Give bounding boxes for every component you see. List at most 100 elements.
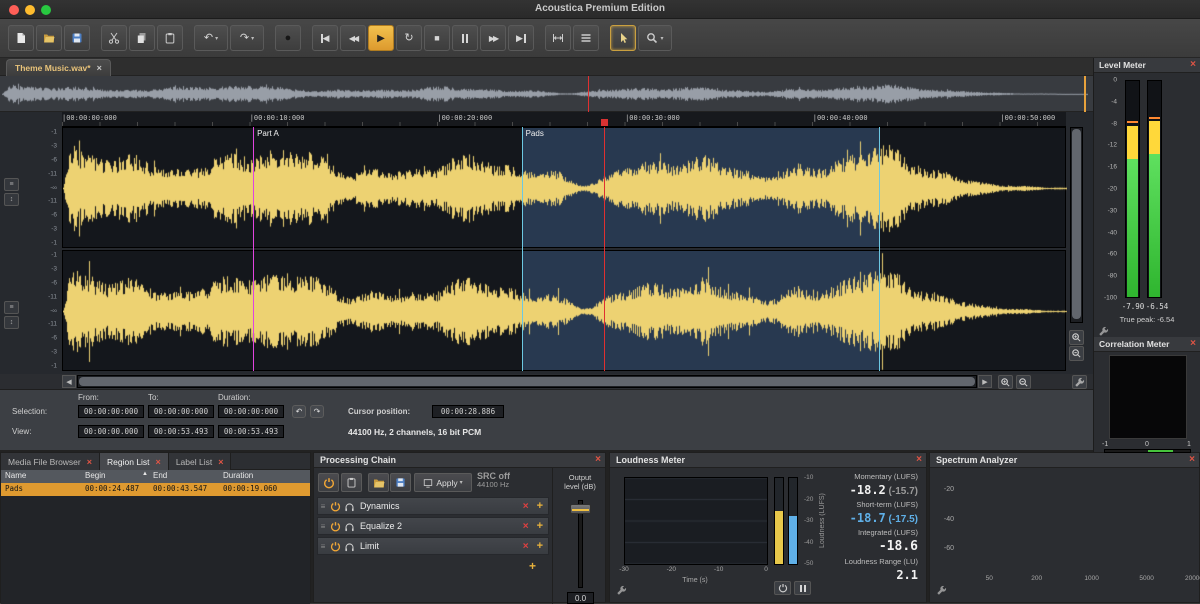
effect-monitor-button[interactable]: [342, 501, 356, 512]
tab-media-file-browser[interactable]: Media File Browser×: [1, 453, 100, 470]
close-panel-icon[interactable]: ×: [916, 454, 922, 465]
wrench-icon[interactable]: [1098, 326, 1109, 337]
view-start-field[interactable]: 00:00:00.000: [78, 425, 144, 438]
document-tab[interactable]: Theme Music.wav* ×: [6, 59, 111, 76]
output-fader-knob[interactable]: [570, 504, 591, 514]
view-duration-field[interactable]: 00:00:53.493: [218, 425, 284, 438]
wrench-icon[interactable]: [936, 585, 947, 596]
add-effect-button[interactable]: +: [529, 559, 536, 573]
copy-button[interactable]: [129, 25, 155, 51]
effect-power-button[interactable]: [328, 521, 342, 532]
drag-handle-icon[interactable]: ≡: [318, 522, 328, 531]
effect-row[interactable]: ≡Equalize 2×+: [317, 517, 549, 535]
insert-effect-button[interactable]: +: [537, 520, 543, 532]
selection-from-field[interactable]: 00:00:00:000: [78, 405, 144, 418]
close-panel-icon[interactable]: ×: [1189, 454, 1195, 465]
horizontal-scrollbar[interactable]: [77, 375, 977, 388]
play-button[interactable]: ▶: [368, 25, 394, 51]
channel1-menu-button[interactable]: ≡: [4, 178, 19, 191]
playhead-handle[interactable]: [601, 119, 608, 126]
selection-to-field[interactable]: 00:00:00:000: [148, 405, 214, 418]
vertical-scrollbar[interactable]: [1070, 127, 1083, 323]
close-tab-icon[interactable]: ×: [87, 457, 92, 467]
apply-button[interactable]: Apply▾: [414, 473, 472, 492]
region-row[interactable]: Pads00:00:24.48700:00:43.54700:00:19.060: [1, 483, 310, 496]
remove-effect-button[interactable]: ×: [523, 521, 529, 532]
drag-handle-icon[interactable]: ≡: [318, 542, 328, 551]
open-file-button[interactable]: [36, 25, 62, 51]
close-panel-icon[interactable]: ×: [1190, 338, 1196, 349]
close-tab-icon[interactable]: ×: [218, 457, 223, 467]
tab-label-list[interactable]: Label List×: [169, 453, 232, 470]
overview-waveform[interactable]: [0, 76, 1093, 112]
scroll-left-button[interactable]: ◀: [62, 375, 76, 388]
waveform-channel-right[interactable]: [62, 250, 1066, 371]
rewind-button[interactable]: ◀◀: [340, 25, 366, 51]
overview-waveform-canvas[interactable]: [2, 78, 1088, 110]
horizontal-scrollbar-thumb[interactable]: [79, 377, 975, 386]
save-file-button[interactable]: [64, 25, 90, 51]
cursor-position-field[interactable]: 00:00:28.886: [432, 405, 504, 418]
channel2-fold-button[interactable]: ↕: [4, 316, 19, 329]
chain-save-button[interactable]: [390, 473, 411, 492]
go-to-start-button[interactable]: ◀: [312, 25, 338, 51]
selection-tool-button[interactable]: [610, 25, 636, 51]
zoom-in-button[interactable]: [998, 375, 1013, 389]
channel1-fold-button[interactable]: ↕: [4, 193, 19, 206]
remove-effect-button[interactable]: ×: [523, 501, 529, 512]
vertical-scrollbar-thumb[interactable]: [1072, 129, 1081, 319]
zoom-out-button[interactable]: [1016, 375, 1031, 389]
cut-button[interactable]: [101, 25, 127, 51]
selection-duration-field[interactable]: 00:00:00:000: [218, 405, 284, 418]
redo-button[interactable]: ↷▾: [230, 25, 264, 51]
stop-button[interactable]: ■: [424, 25, 450, 51]
chain-paste-button[interactable]: [341, 473, 362, 492]
selection-undo-button[interactable]: ↶: [292, 405, 306, 418]
go-to-end-button[interactable]: ▶: [508, 25, 534, 51]
channel2-menu-button[interactable]: ≡: [4, 301, 19, 314]
new-file-button[interactable]: [8, 25, 34, 51]
lanes-tool-button[interactable]: [573, 25, 599, 51]
effect-monitor-button[interactable]: [342, 521, 356, 532]
column-end[interactable]: End: [153, 471, 167, 480]
effect-power-button[interactable]: [328, 501, 342, 512]
wrench-icon[interactable]: [616, 585, 627, 596]
close-panel-icon[interactable]: ×: [1190, 59, 1196, 70]
loudness-pause-button[interactable]: [794, 581, 811, 595]
close-tab-icon[interactable]: ×: [97, 63, 102, 73]
effect-row[interactable]: ≡Limit×+: [317, 537, 549, 555]
column-duration[interactable]: Duration: [223, 471, 253, 480]
effect-monitor-button[interactable]: [342, 541, 356, 552]
column-begin[interactable]: Begin: [85, 471, 105, 480]
output-level-value[interactable]: 0.0: [567, 592, 594, 604]
record-button[interactable]: ●: [275, 25, 301, 51]
waveform-canvas-right[interactable]: [63, 251, 1067, 372]
remove-effect-button[interactable]: ×: [523, 541, 529, 552]
chain-open-button[interactable]: [368, 473, 389, 492]
effect-row[interactable]: ≡Dynamics×+: [317, 497, 549, 515]
selection-redo-button[interactable]: ↷: [310, 405, 324, 418]
close-panel-icon[interactable]: ×: [595, 454, 601, 465]
loop-button[interactable]: ↻: [396, 25, 422, 51]
insert-effect-button[interactable]: +: [537, 540, 543, 552]
timeline-ruler[interactable]: |00:00:00:000|00:00:10:000|00:00:20:000|…: [62, 112, 1066, 127]
vertical-zoom-in-button[interactable]: [1069, 330, 1084, 345]
close-tab-icon[interactable]: ×: [156, 457, 161, 467]
chain-power-button[interactable]: [318, 473, 339, 492]
range-tool-button[interactable]: [545, 25, 571, 51]
column-name[interactable]: Name: [5, 471, 26, 480]
fast-forward-button[interactable]: ▶▶: [480, 25, 506, 51]
scroll-right-button[interactable]: ▶: [978, 375, 992, 388]
zoom-tool-button[interactable]: ▾: [638, 25, 672, 51]
pause-button[interactable]: [452, 25, 478, 51]
paste-button[interactable]: [157, 25, 183, 51]
waveform-channel-left[interactable]: [62, 127, 1066, 248]
tab-region-list[interactable]: Region List×: [100, 453, 169, 470]
drag-handle-icon[interactable]: ≡: [318, 502, 328, 511]
effect-power-button[interactable]: [328, 541, 342, 552]
region-table-header[interactable]: Name Begin ▲ End Duration: [1, 470, 310, 483]
vertical-zoom-out-button[interactable]: [1069, 346, 1084, 361]
loudness-power-button[interactable]: [774, 581, 791, 595]
editor-settings-button[interactable]: [1072, 375, 1087, 389]
view-end-field[interactable]: 00:00:53.493: [148, 425, 214, 438]
